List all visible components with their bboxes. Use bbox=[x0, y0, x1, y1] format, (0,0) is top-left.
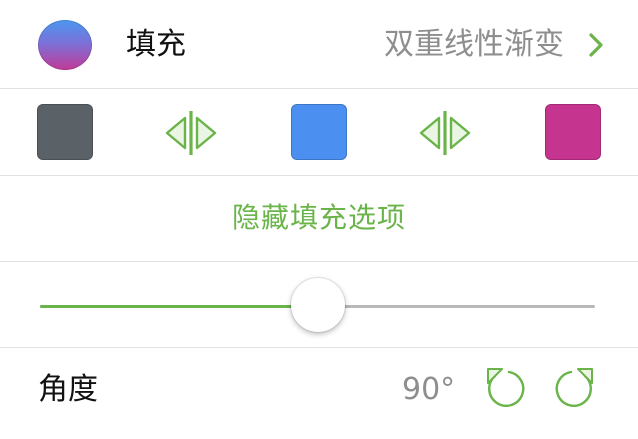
fill-label: 填充 bbox=[126, 27, 186, 62]
slider-row bbox=[0, 262, 638, 347]
rotate-clockwise-icon[interactable] bbox=[550, 366, 596, 412]
swap-stops-icon[interactable] bbox=[163, 110, 219, 156]
gradient-stop-2-swatch[interactable] bbox=[291, 104, 347, 160]
gradient-stop-1-swatch[interactable] bbox=[37, 104, 93, 160]
angle-row: 角度 90° bbox=[0, 348, 638, 439]
angle-label: 角度 bbox=[38, 372, 98, 407]
hide-fill-options-row: 隐藏填充选项 bbox=[0, 176, 638, 261]
fill-type-value: 双重线性渐变 bbox=[384, 27, 564, 62]
fill-type-row[interactable]: 填充 双重线性渐变 bbox=[0, 0, 638, 88]
hide-fill-options-link[interactable]: 隐藏填充选项 bbox=[0, 200, 638, 236]
angle-value: 90° bbox=[402, 372, 456, 407]
fill-preview-swatch bbox=[38, 20, 92, 70]
slider-fill bbox=[40, 305, 318, 308]
swap-stops-icon[interactable] bbox=[417, 110, 473, 156]
gradient-stop-3-swatch[interactable] bbox=[545, 104, 601, 160]
chevron-right-icon bbox=[589, 33, 603, 57]
gradient-stops-row bbox=[0, 89, 638, 175]
slider-thumb[interactable] bbox=[290, 278, 345, 332]
rotate-counterclockwise-icon[interactable] bbox=[484, 366, 530, 412]
